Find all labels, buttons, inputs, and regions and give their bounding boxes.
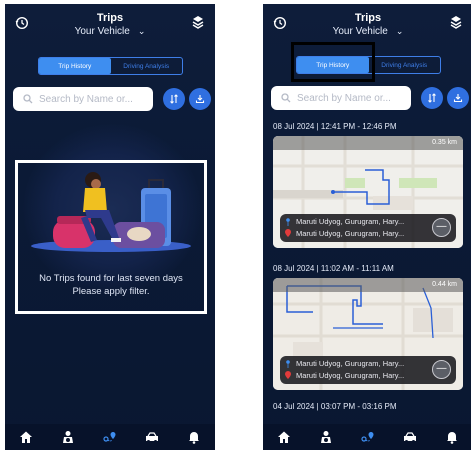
distance-badge: 0.44 km bbox=[273, 278, 463, 292]
search-row: Search by Name or... bbox=[13, 87, 211, 111]
nav-notification-icon[interactable] bbox=[444, 429, 460, 445]
tab-highlight-box bbox=[291, 42, 375, 82]
trip-start-address: Maruti Udyog, Gurugram, Hary... bbox=[296, 359, 405, 368]
tab-driving-analysis[interactable]: Driving Analysis bbox=[111, 58, 183, 74]
trip-card[interactable]: 0.35 km Maruti Udyog, Gurugram, Hary... … bbox=[273, 136, 463, 248]
end-pin-icon bbox=[285, 229, 291, 237]
distance-badge: 0.35 km bbox=[273, 136, 463, 150]
empty-state-message: No Trips found for last seven days Pleas… bbox=[15, 272, 207, 298]
nav-location-icon[interactable] bbox=[102, 429, 118, 445]
sort-icon bbox=[170, 94, 178, 104]
download-button[interactable] bbox=[447, 87, 469, 109]
download-icon bbox=[195, 95, 205, 104]
vehicle-label: Your Vehicle bbox=[332, 26, 388, 37]
end-pin-icon bbox=[285, 371, 291, 379]
trip-end-address: Maruti Udyog, Gurugram, Hary... bbox=[296, 371, 405, 380]
download-button[interactable] bbox=[189, 88, 211, 110]
header: Trips Your Vehicle ⌄ bbox=[5, 4, 215, 48]
empty-state-line2: Please apply filter. bbox=[72, 286, 150, 297]
more-options-button[interactable]: — bbox=[432, 218, 451, 237]
more-options-button[interactable]: — bbox=[432, 360, 451, 379]
search-placeholder: Search by Name or... bbox=[39, 93, 133, 105]
vehicle-label: Your Vehicle bbox=[74, 26, 130, 37]
layers-icon[interactable] bbox=[449, 15, 463, 29]
bottom-nav bbox=[263, 424, 471, 450]
search-icon bbox=[281, 93, 291, 103]
bottom-nav bbox=[5, 424, 215, 450]
start-marker-icon bbox=[286, 360, 290, 368]
nav-car-wash-icon[interactable] bbox=[144, 429, 160, 445]
page-title: Trips bbox=[96, 12, 124, 24]
tab-bar: Trip History Driving Analysis bbox=[38, 57, 183, 75]
phone-screen-empty: Trips Your Vehicle ⌄ Trip History Driving… bbox=[5, 4, 215, 450]
chevron-down-icon: ⌄ bbox=[395, 26, 404, 36]
address-panel: Maruti Udyog, Gurugram, Hary... Maruti U… bbox=[280, 214, 456, 242]
layers-icon[interactable] bbox=[191, 15, 205, 29]
address-panel: Maruti Udyog, Gurugram, Hary... Maruti U… bbox=[280, 356, 456, 384]
sort-button[interactable] bbox=[163, 88, 185, 110]
search-input[interactable]: Search by Name or... bbox=[13, 87, 153, 111]
vehicle-selector[interactable]: Your Vehicle ⌄ bbox=[5, 26, 215, 37]
trip-date: 08 Jul 2024 | 12:41 PM - 12:46 PM bbox=[273, 122, 397, 131]
tab-driving-analysis[interactable]: Driving Analysis bbox=[369, 57, 441, 73]
trip-start-address: Maruti Udyog, Gurugram, Hary... bbox=[296, 217, 405, 226]
trip-date: 08 Jul 2024 | 11:02 AM - 11:11 AM bbox=[273, 264, 394, 273]
phone-screen-trips: Trips Your Vehicle ⌄ Trip History Driving… bbox=[263, 4, 471, 450]
nav-location-icon[interactable] bbox=[360, 429, 376, 445]
trip-end-address: Maruti Udyog, Gurugram, Hary... bbox=[296, 229, 405, 238]
start-marker-icon bbox=[286, 218, 290, 226]
nav-home-icon[interactable] bbox=[276, 429, 292, 445]
download-icon bbox=[453, 94, 463, 103]
trip-card[interactable]: 0.44 km Maruti Udyog, Gurugram, Hary... … bbox=[273, 278, 463, 390]
chevron-down-icon: ⌄ bbox=[137, 26, 146, 36]
search-icon bbox=[23, 94, 33, 104]
vehicle-selector[interactable]: Your Vehicle ⌄ bbox=[263, 26, 471, 37]
nav-driver-icon[interactable] bbox=[318, 429, 334, 445]
tab-trip-history[interactable]: Trip History bbox=[39, 58, 111, 74]
nav-driver-icon[interactable] bbox=[60, 429, 76, 445]
search-placeholder: Search by Name or... bbox=[297, 92, 391, 104]
sort-icon bbox=[428, 93, 436, 103]
empty-state-line1: No Trips found for last seven days bbox=[39, 273, 183, 284]
sort-button[interactable] bbox=[421, 87, 443, 109]
nav-home-icon[interactable] bbox=[18, 429, 34, 445]
page-title: Trips bbox=[354, 12, 382, 24]
nav-notification-icon[interactable] bbox=[186, 429, 202, 445]
trip-date: 04 Jul 2024 | 03:07 PM - 03:16 PM bbox=[273, 402, 397, 411]
search-input[interactable]: Search by Name or... bbox=[271, 86, 411, 110]
nav-car-wash-icon[interactable] bbox=[402, 429, 418, 445]
search-row: Search by Name or... bbox=[271, 86, 469, 110]
